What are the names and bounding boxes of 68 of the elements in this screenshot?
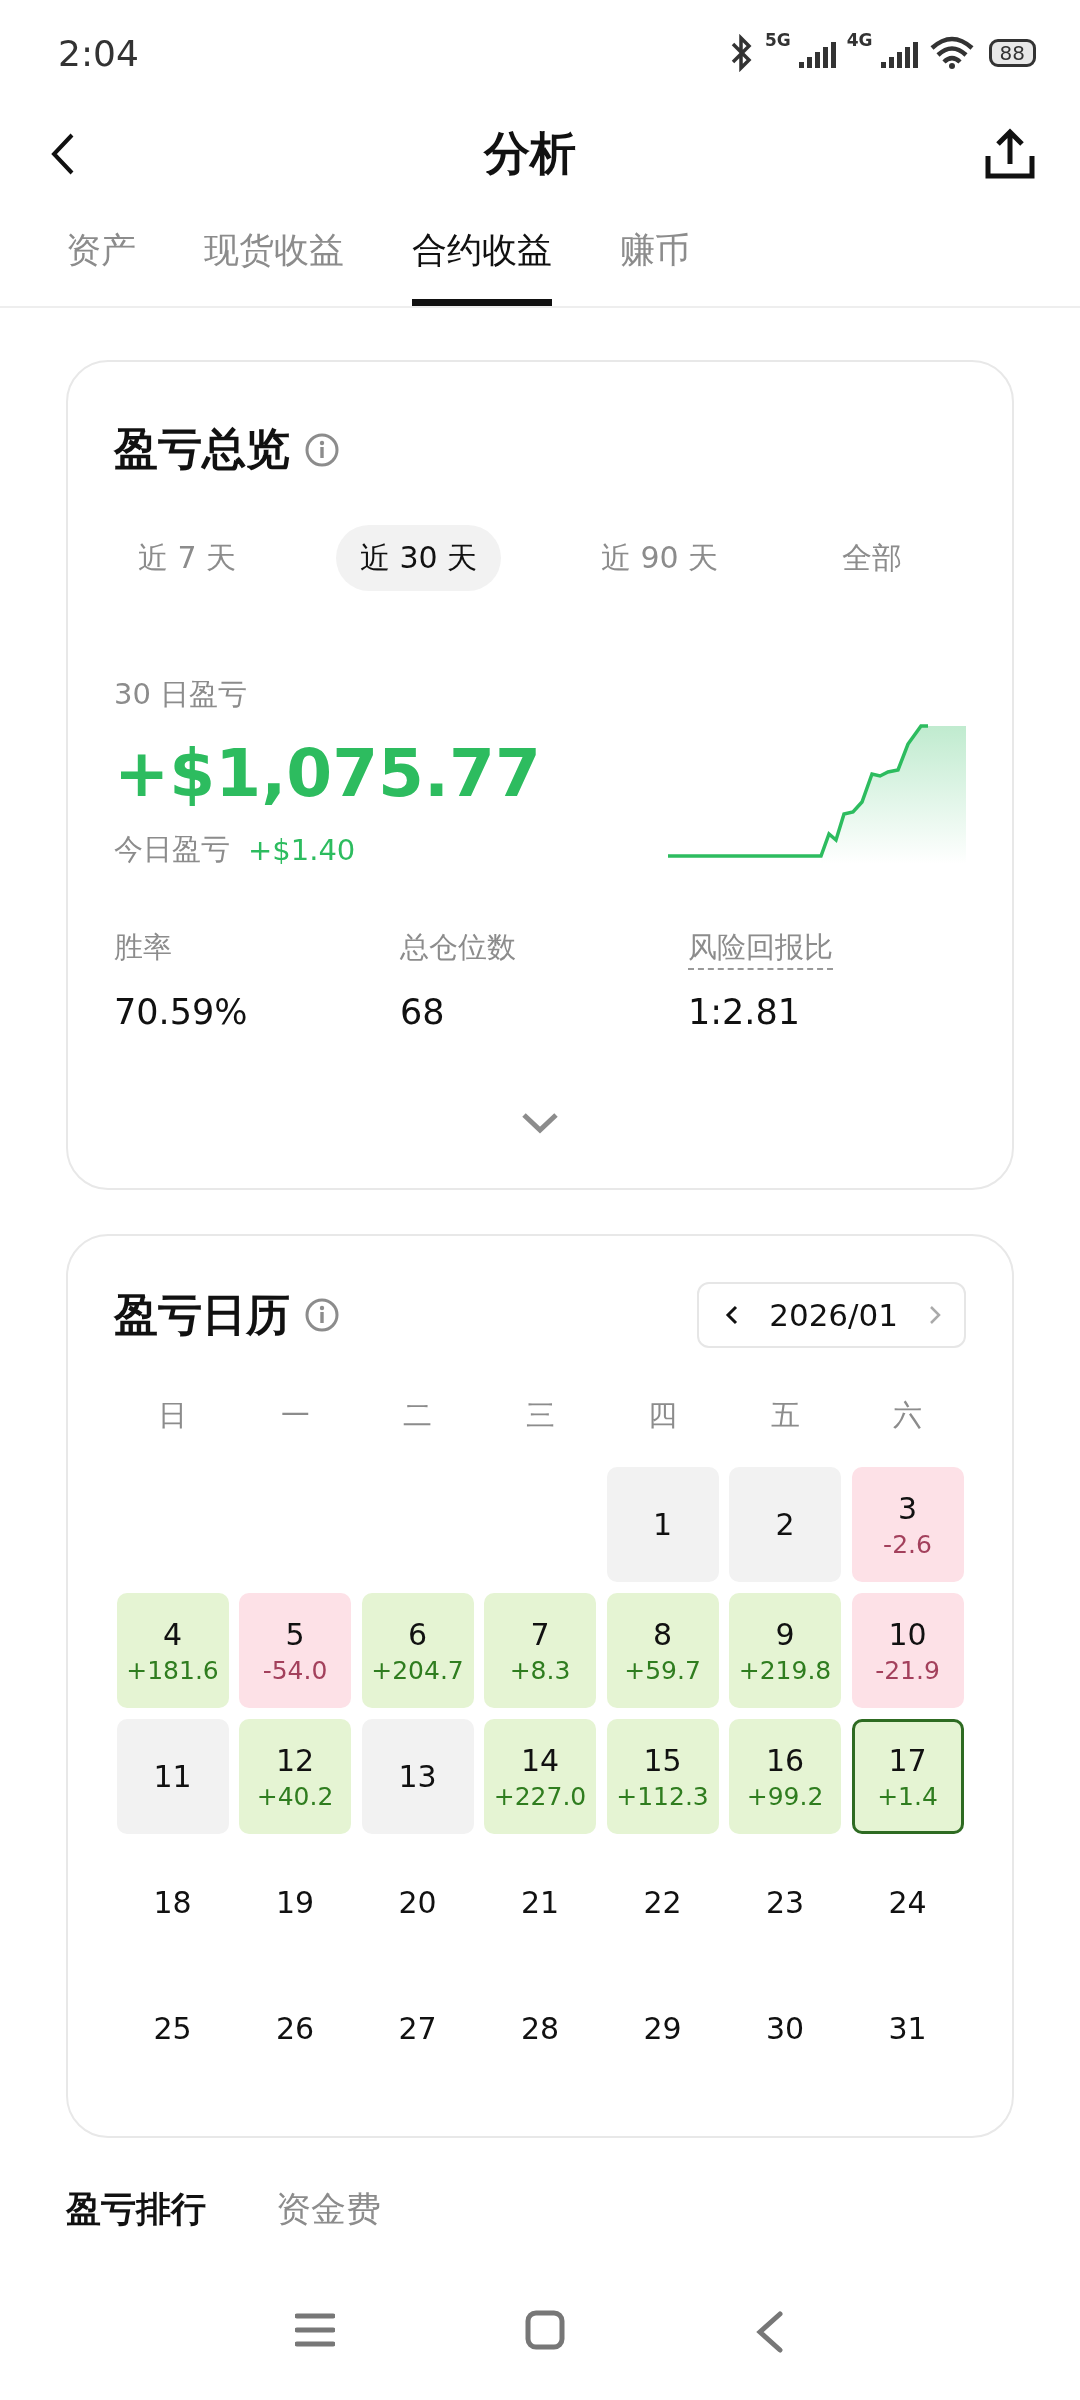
info-icon[interactable] bbox=[304, 1297, 340, 1333]
card-title: 盈亏日历 bbox=[114, 1287, 290, 1342]
calendar-day[interactable]: 26 bbox=[239, 1971, 351, 2086]
previous-month-icon[interactable] bbox=[725, 1304, 740, 1326]
expand-button[interactable] bbox=[521, 1112, 559, 1134]
calendar-day[interactable]: 8 +59.7 bbox=[606, 1593, 719, 1708]
calendar-day[interactable]: 6 +204.7 bbox=[361, 1593, 474, 1708]
card-title: 盈亏总览 bbox=[114, 422, 290, 476]
calendar-day[interactable]: 27 bbox=[361, 1971, 474, 2086]
stat-value: 68 bbox=[400, 992, 445, 1032]
info-icon[interactable] bbox=[304, 431, 340, 468]
weekday-label: 六 bbox=[892, 1397, 923, 1434]
calendar-day[interactable]: 5 -54.0 bbox=[239, 1593, 351, 1708]
calendar-day[interactable]: 24 bbox=[851, 1845, 964, 1960]
calendar-day[interactable]: 15 +112.3 bbox=[606, 1719, 719, 1834]
calendar-day[interactable]: 19 bbox=[239, 1845, 351, 1960]
calendar-day[interactable]: 30 bbox=[729, 1971, 841, 2086]
calendar-day[interactable]: 31 bbox=[851, 1971, 964, 2086]
calendar-day[interactable]: 20 bbox=[361, 1845, 474, 1960]
calendar-day[interactable]: 23 bbox=[729, 1845, 841, 1960]
calendar-day[interactable]: 11 bbox=[116, 1719, 229, 1834]
calendar-day[interactable]: 21 bbox=[484, 1845, 596, 1960]
calendar-day[interactable]: 18 bbox=[116, 1845, 229, 1960]
calendar-day[interactable]: 12 +40.2 bbox=[239, 1719, 351, 1834]
home-button[interactable] bbox=[525, 2310, 565, 2350]
weekday-label: 日 bbox=[157, 1397, 188, 1434]
network-label: 4G bbox=[846, 30, 873, 50]
wifi-icon bbox=[928, 36, 975, 70]
stat-label: 胜率 bbox=[114, 929, 172, 966]
calendar-day[interactable]: 3 -2.6 bbox=[851, 1467, 964, 1582]
battery-indicator: 88 bbox=[988, 39, 1036, 67]
calendar-day[interactable]: 1 bbox=[606, 1467, 719, 1582]
calendar-day[interactable]: 4 +181.6 bbox=[116, 1593, 229, 1708]
calendar-day[interactable]: 22 bbox=[606, 1845, 719, 1960]
period-tab[interactable]: 近 30 天 bbox=[335, 525, 502, 591]
stat-label: 总仓位数 bbox=[400, 929, 516, 966]
calendar-day[interactable]: 13 bbox=[361, 1719, 474, 1834]
calendar-day[interactable]: 2 bbox=[729, 1467, 841, 1582]
stat-value: 1:2.81 bbox=[688, 992, 800, 1032]
month-picker[interactable]: 2026/01 bbox=[697, 1282, 966, 1348]
share-button[interactable] bbox=[984, 128, 1036, 180]
today-pnl-value: +$1.40 bbox=[248, 833, 356, 867]
status-time: 2:04 bbox=[58, 32, 139, 74]
pnl-label: 30 日盈亏 bbox=[114, 676, 249, 713]
weekday-label: 三 bbox=[524, 1397, 556, 1434]
weekday-label: 五 bbox=[769, 1397, 801, 1434]
weekday-label: 四 bbox=[647, 1397, 678, 1434]
calendar-day[interactable]: 25 bbox=[116, 1971, 229, 2086]
next-month-icon[interactable] bbox=[928, 1304, 942, 1326]
calendar-day[interactable]: 28 bbox=[484, 1971, 596, 2086]
calendar-day[interactable]: 16 +99.2 bbox=[729, 1719, 841, 1834]
calendar-day[interactable]: 29 bbox=[606, 1971, 719, 2086]
network-label: 5G bbox=[764, 30, 791, 50]
weekday-label: 二 bbox=[402, 1397, 433, 1434]
page-title: 分析 bbox=[484, 125, 576, 182]
calendar-day[interactable]: 7 +8.3 bbox=[484, 1593, 596, 1708]
back-nav-button[interactable] bbox=[755, 2310, 785, 2354]
today-pnl-label: 今日盈亏 bbox=[114, 831, 230, 868]
calendar-day[interactable]: 17 +1.4 bbox=[851, 1719, 964, 1834]
back-button[interactable] bbox=[50, 131, 76, 177]
stat-value: 70.59% bbox=[114, 992, 248, 1032]
calendar-day[interactable]: 10 -21.9 bbox=[851, 1593, 964, 1708]
calendar-day[interactable]: 9 +219.8 bbox=[729, 1593, 841, 1708]
calendar-day[interactable]: 14 +227.0 bbox=[484, 1719, 596, 1834]
pnl-value: +$1,075.77 bbox=[114, 735, 541, 812]
tab[interactable]: 合约收益 bbox=[412, 202, 552, 306]
section-tab[interactable]: 盈亏排行 bbox=[66, 2188, 206, 2230]
weekday-label: 一 bbox=[279, 1397, 311, 1434]
